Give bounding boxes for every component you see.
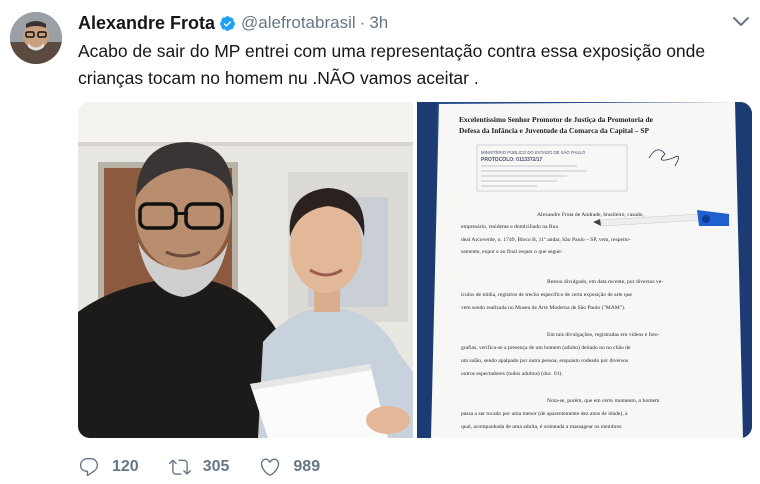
doc-heading-2: Defesa da Infância e Juventude da Comarc… bbox=[459, 126, 649, 135]
doc-body-14: qual, acompanhada de uma adulta, é orien… bbox=[461, 424, 622, 430]
retweet-button[interactable]: 305 bbox=[168, 456, 230, 478]
author-name[interactable]: Alexandre Frota bbox=[78, 13, 215, 34]
avatar[interactable] bbox=[10, 12, 62, 64]
verified-badge-icon bbox=[220, 15, 235, 31]
doc-body-10: um salão, sendo apalpado por outra pesso… bbox=[461, 358, 628, 364]
doc-stamp-1: MINISTÉRIO PÚBLICO DO ESTADO DE SÃO PAUL… bbox=[481, 150, 586, 155]
reply-button[interactable]: 120 bbox=[78, 456, 139, 478]
tweet-header: Alexandre Frota @alefrotabrasil · 3h bbox=[78, 12, 388, 34]
doc-body-5: Restou divulgado, em data recente, por d… bbox=[547, 279, 663, 285]
media-grid: Excelentíssimo Senhor Promotor de Justiç… bbox=[78, 102, 752, 438]
reply-count: 120 bbox=[112, 458, 139, 475]
doc-body-2: empresário, residente e domiciliado na R… bbox=[461, 224, 558, 230]
doc-stamp-2: PROTOCOLO: 0113372/17 bbox=[481, 157, 543, 163]
author-handle[interactable]: @alefrotabrasil bbox=[241, 13, 356, 33]
photo-selfie[interactable] bbox=[78, 102, 413, 438]
doc-body-9: grafias, verifica-se a presença de um ho… bbox=[461, 344, 631, 351]
doc-body-11: outros espectadores (todos adultos) (doc… bbox=[461, 370, 563, 377]
doc-body-1: Alexandre Frota de Andrade, brasileiro, … bbox=[537, 212, 644, 218]
timestamp[interactable]: 3h bbox=[369, 13, 388, 33]
chevron-down-icon[interactable] bbox=[732, 14, 750, 28]
like-button[interactable]: 989 bbox=[259, 456, 320, 478]
photo-document[interactable]: Excelentíssimo Senhor Promotor de Justiç… bbox=[417, 102, 752, 438]
doc-body-3: deal Arcoverde, n. 1749, Bloco B, 11º an… bbox=[461, 237, 631, 243]
tweet-text: Acabo de sair do MP entrei com uma repre… bbox=[78, 41, 706, 88]
like-count: 989 bbox=[293, 458, 321, 475]
doc-body-8: Em tais divulgações, registradas em víde… bbox=[547, 331, 660, 338]
separator-dot: · bbox=[359, 13, 366, 32]
doc-body-12: Nota-se, porém, que em certo momento, o … bbox=[547, 398, 660, 404]
doc-body-7: vem sendo realizada no Museu de Arte Mod… bbox=[461, 304, 626, 311]
doc-body-13: passa a ser tocado por uma menor (de apa… bbox=[461, 410, 628, 417]
tweet-actions: 120 305 989 bbox=[78, 456, 350, 478]
retweet-icon bbox=[168, 459, 191, 475]
like-icon bbox=[261, 458, 280, 476]
reply-icon bbox=[79, 458, 99, 477]
doc-body-4: samente, expor e ao final requer o que s… bbox=[461, 248, 563, 255]
doc-body-6: ículos de mídia, registros de trecho esp… bbox=[461, 291, 633, 298]
retweet-count: 305 bbox=[202, 458, 230, 475]
doc-heading-1: Excelentíssimo Senhor Promotor de Justiç… bbox=[459, 115, 654, 124]
